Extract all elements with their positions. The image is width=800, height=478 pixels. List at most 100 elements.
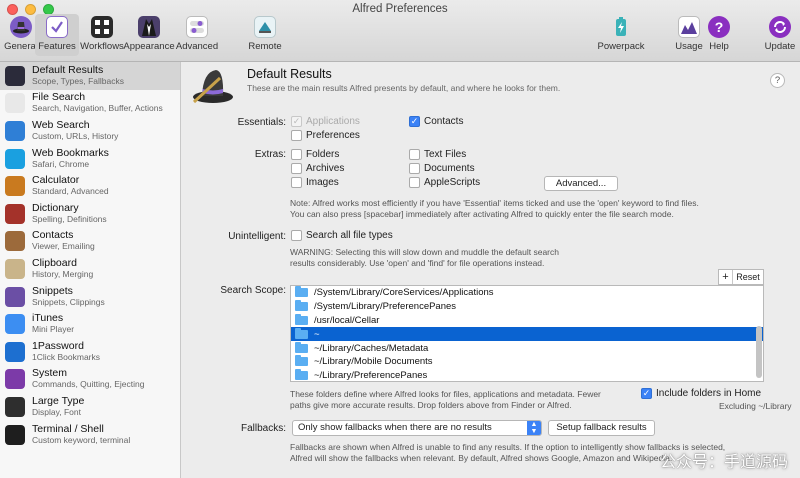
hat-icon <box>10 16 32 38</box>
help-icon: ? <box>708 16 730 38</box>
essentials-note-line: Note: Alfred works most efficiently if y… <box>290 198 699 208</box>
documents-checkbox[interactable]: Documents <box>409 163 475 174</box>
checkbox-list-icon <box>46 16 68 38</box>
power-icon <box>5 369 25 390</box>
sidebar-item[interactable]: Web Bookmarks Safari, Chrome <box>0 145 180 173</box>
toolbar-update[interactable]: Update <box>754 16 800 52</box>
scope-path: /System/Library/PreferencePanes <box>314 301 457 313</box>
add-scope-button[interactable]: + <box>719 270 733 284</box>
watermark: 公众号：手道源码 <box>659 452 788 471</box>
excluding-library-note: Excluding ~/Library <box>719 401 792 411</box>
sidebar-item[interactable]: Terminal / Shell Custom keyword, terminal <box>0 421 180 449</box>
sidebar-item[interactable]: Calculator Standard, Advanced <box>0 172 180 200</box>
include-home-checkbox[interactable]: ✓ Include folders in Home <box>641 388 761 399</box>
unintelligent-label: Unintelligent: <box>228 231 286 242</box>
fallbacks-select[interactable]: Only show fallbacks when there are no re… <box>292 420 542 436</box>
scope-path-row[interactable]: /System/Library/PreferencePanes <box>291 300 763 314</box>
calculator-icon <box>5 176 25 197</box>
sidebar-item-text: Contacts Viewer, Emailing <box>32 230 95 252</box>
scope-path: /usr/local/Cellar <box>314 314 380 326</box>
setup-fallback-button[interactable]: Setup fallback results <box>548 420 655 436</box>
sidebar-item-subtitle: Display, Font <box>32 406 81 417</box>
text-files-checkbox[interactable]: Text Files <box>409 149 466 160</box>
workflows-icon <box>91 16 113 38</box>
sidebar-item-title: 1Password <box>32 339 84 352</box>
scope-path-row[interactable]: /System/Library/CoreServices/Application… <box>291 286 763 300</box>
scope-path-row[interactable]: ~/Library/Mobile Documents <box>291 355 763 369</box>
toolbar-advanced[interactable]: Advanced <box>171 16 223 52</box>
sidebar-item[interactable]: Snippets Snippets, Clippings <box>0 283 180 311</box>
sidebar-item[interactable]: Contacts Viewer, Emailing <box>0 228 180 256</box>
scope-path-row[interactable]: ~/Library/PreferencePanes <box>291 369 763 382</box>
folder-icon <box>295 369 308 381</box>
help-button[interactable]: ? <box>770 73 785 88</box>
sidebar-item[interactable]: Clipboard History, Merging <box>0 255 180 283</box>
toggles-icon <box>186 16 208 38</box>
sidebar-item-text: System Commands, Quitting, Ejecting <box>32 368 144 390</box>
essentials-note-line: You can also press [spacebar] immediatel… <box>290 209 674 220</box>
scope-scrollbar[interactable] <box>756 326 762 378</box>
toolbar-advanced-label: Advanced <box>175 41 219 52</box>
panel-header: Default Results These are the main resul… <box>182 62 800 107</box>
toolbar-general-label: General <box>4 41 38 52</box>
scope-path-row[interactable]: ~/Library/Caches/Metadata <box>291 341 763 355</box>
alfred-hat-icon <box>192 70 233 104</box>
toolbar-remote[interactable]: Remote <box>239 16 291 52</box>
sidebar-item[interactable]: 1Password 1Click Bookmarks <box>0 338 180 366</box>
toolbar-appearance-label: Appearance <box>123 41 175 52</box>
search-scope-list[interactable]: /System/Library/CoreServices/Application… <box>290 285 764 382</box>
text-files-label: Text Files <box>424 149 467 160</box>
sidebar-item-title: Terminal / Shell <box>32 422 104 435</box>
sidebar-item[interactable]: Default Results Scope, Types, Fallbacks <box>0 62 180 90</box>
images-checkbox[interactable]: Images <box>291 177 339 188</box>
folder-icon <box>295 355 308 367</box>
scope-note-line: paths give more accurate results. Drop f… <box>290 400 572 411</box>
applications-checkbox[interactable]: ✓ Applications <box>291 116 360 127</box>
sidebar-item-title: Web Search <box>32 118 90 131</box>
clipboard-icon <box>5 258 25 279</box>
checkmark-icon: ✓ <box>409 116 420 127</box>
features-sidebar: Default Results Scope, Types, Fallbacks Fi… <box>0 62 181 478</box>
terminal-icon <box>5 424 25 445</box>
sidebar-item[interactable]: System Commands, Quitting, Ejecting <box>0 366 180 394</box>
sidebar-item-text: Terminal / Shell Custom keyword, terminal <box>32 422 130 446</box>
sidebar-item[interactable]: iTunes Mini Player <box>0 310 180 338</box>
archives-checkbox[interactable]: Archives <box>291 163 344 174</box>
folder-icon <box>295 300 308 312</box>
sidebar-item-title: File Search <box>32 91 86 104</box>
sidebar-item-title: Snippets <box>32 284 73 297</box>
scope-path-row[interactable]: /usr/local/Cellar <box>291 313 763 328</box>
folders-checkbox[interactable]: Folders <box>291 149 339 160</box>
toolbar-update-label: Update <box>764 41 796 52</box>
toolbar-appearance[interactable]: Appearance <box>123 16 175 52</box>
sidebar-item-subtitle: Commands, Quitting, Ejecting <box>32 379 145 390</box>
update-icon <box>769 16 791 38</box>
toolbar-workflows[interactable]: Workflows <box>76 16 128 52</box>
sidebar-item-subtitle: Mini Player <box>32 324 75 335</box>
search-all-file-types-checkbox[interactable]: Search all file types <box>291 230 393 241</box>
scope-path: ~/Library/Mobile Documents <box>314 356 433 368</box>
sidebar-item[interactable]: Dictionary Spelling, Definitions <box>0 200 180 228</box>
preferences-checkbox[interactable]: Preferences <box>291 130 360 141</box>
sidebar-item-text: iTunes Mini Player <box>32 313 74 335</box>
sidebar-item[interactable]: Large Type Display, Font <box>0 393 180 421</box>
toolbar-powerpack[interactable]: Powerpack <box>595 16 647 52</box>
include-home-label: Include folders in Home <box>656 388 762 399</box>
sidebar-item-text: Large Type Display, Font <box>32 395 84 418</box>
sidebar-item[interactable]: File Search Search, Navigation, Buffer, A… <box>0 90 180 118</box>
scope-path: ~/Library/PreferencePanes <box>314 370 428 382</box>
toolbar-features[interactable]: Features <box>35 14 79 56</box>
checkmark-icon: ✓ <box>291 116 302 127</box>
images-label: Images <box>306 177 339 188</box>
preferences-label: Preferences <box>306 130 360 141</box>
scope-path: ~/Library/Caches/Metadata <box>314 342 429 354</box>
contacts-checkbox[interactable]: ✓ Contacts <box>409 116 463 127</box>
sidebar-item-title: Calculator <box>32 174 80 187</box>
advanced-button[interactable]: Advanced... <box>544 176 618 191</box>
reset-scope-button[interactable]: Reset <box>733 270 763 284</box>
music-icon <box>5 314 25 335</box>
scope-path-row[interactable]: ~ <box>291 327 763 342</box>
sidebar-item[interactable]: Web Search Custom, URLs, History <box>0 117 180 145</box>
applescripts-checkbox[interactable]: AppleScripts <box>409 177 480 188</box>
toolbar-help[interactable]: ? Help <box>693 16 745 52</box>
